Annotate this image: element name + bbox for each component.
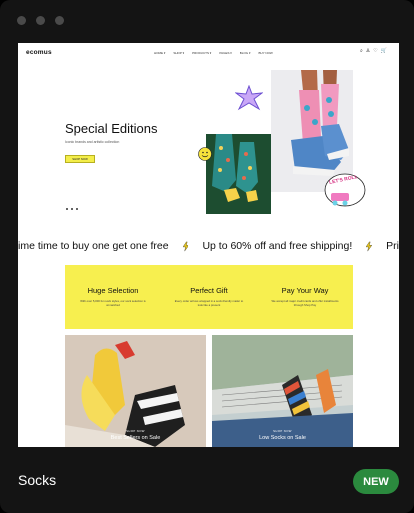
nav-item-home[interactable]: HOME ▾ (154, 51, 165, 55)
feature-text: Every order arrives wrapped in a sock-fr… (174, 299, 244, 307)
features-band: Huge Selection With over 5,000 fun sock … (65, 265, 353, 329)
smiley-sticker-icon (198, 147, 212, 161)
preview-card: ecomus HOME ▾ SHOP ▾ PRODUCTS ▾ PAGES ▾ … (0, 0, 414, 513)
heart-icon[interactable]: ♡ (373, 49, 377, 54)
hero-title: Special Editions (65, 121, 158, 136)
slider-pagination[interactable] (66, 208, 78, 210)
tile-title[interactable]: Best Sellers on Sale (65, 435, 206, 441)
nav-item-products[interactable]: PRODUCTS ▾ (192, 51, 211, 55)
pagination-dot[interactable] (76, 208, 78, 210)
star-sticker-icon (235, 85, 263, 111)
tile-kicker: SHOP NOW (126, 429, 145, 433)
feature-text: With over 5,000 fun sock styles, our soc… (80, 299, 146, 307)
cart-icon[interactable]: 🛒 (381, 49, 387, 54)
ticker-text: Up to 60% off and free shipping! (202, 240, 353, 252)
collection-tile-low-socks[interactable]: SHOP NOW Low Socks on Sale (212, 335, 353, 447)
feature-title: Perfect Gift (190, 286, 228, 295)
tile-title[interactable]: Low Socks on Sale (212, 435, 353, 441)
user-icon[interactable]: ♙ (366, 49, 370, 54)
new-badge: NEW (353, 469, 399, 494)
shop-now-button[interactable]: SHOP NOW (65, 155, 95, 163)
nav-item-blog[interactable]: BLOG ▾ (240, 51, 251, 55)
feature-text: We accept all major credit cards and off… (271, 299, 339, 307)
ticker-text: Pri (386, 240, 399, 252)
window-dot[interactable] (36, 16, 45, 25)
header-icons: ⌕ ♙ ♡ 🛒 (360, 49, 387, 54)
feature-title: Pay Your Way (281, 286, 329, 295)
window-controls (17, 16, 64, 25)
lightning-icon (366, 241, 373, 251)
site-header: ecomus HOME ▾ SHOP ▾ PRODUCTS ▾ PAGES ▾ … (18, 43, 399, 63)
window-dot[interactable] (55, 16, 64, 25)
feature-title: Huge Selection (87, 286, 139, 295)
nav-item-pages[interactable]: PAGES ▾ (219, 51, 231, 55)
hero-subtitle: Iconic brands and artistic collection (65, 140, 120, 144)
hero-image-dotted-socks (206, 134, 271, 214)
nav-item-shop[interactable]: SHOP ▾ (173, 51, 184, 55)
feature-pay-your-way: Pay Your Way We accept all major credit … (257, 265, 353, 329)
window-dot[interactable] (17, 16, 26, 25)
lightning-icon (182, 241, 189, 251)
template-name: Socks (18, 472, 57, 488)
collection-tile-best-sellers[interactable]: SHOP NOW Best Sellers on Sale (65, 335, 206, 447)
pagination-dot[interactable] (71, 208, 73, 210)
main-nav: HOME ▾ SHOP ▾ PRODUCTS ▾ PAGES ▾ BLOG ▾ … (154, 51, 273, 55)
website-preview[interactable]: ecomus HOME ▾ SHOP ▾ PRODUCTS ▾ PAGES ▾ … (18, 43, 399, 447)
promo-ticker: ime time to buy one get one free Up to 6… (18, 236, 399, 256)
site-logo[interactable]: ecomus (26, 49, 52, 56)
ticker-text: ime time to buy one get one free (18, 240, 169, 252)
feature-huge-selection: Huge Selection With over 5,000 fun sock … (65, 265, 161, 329)
search-icon[interactable]: ⌕ (360, 49, 363, 54)
tile-kicker: SHOP NOW (273, 429, 292, 433)
feature-perfect-gift: Perfect Gift Every order arrives wrapped… (161, 265, 257, 329)
lets-roll-sticker-icon: LET'S ROLL (323, 171, 367, 209)
nav-item-buy-now[interactable]: BUY NOW (258, 51, 272, 55)
pagination-dot[interactable] (66, 208, 68, 210)
